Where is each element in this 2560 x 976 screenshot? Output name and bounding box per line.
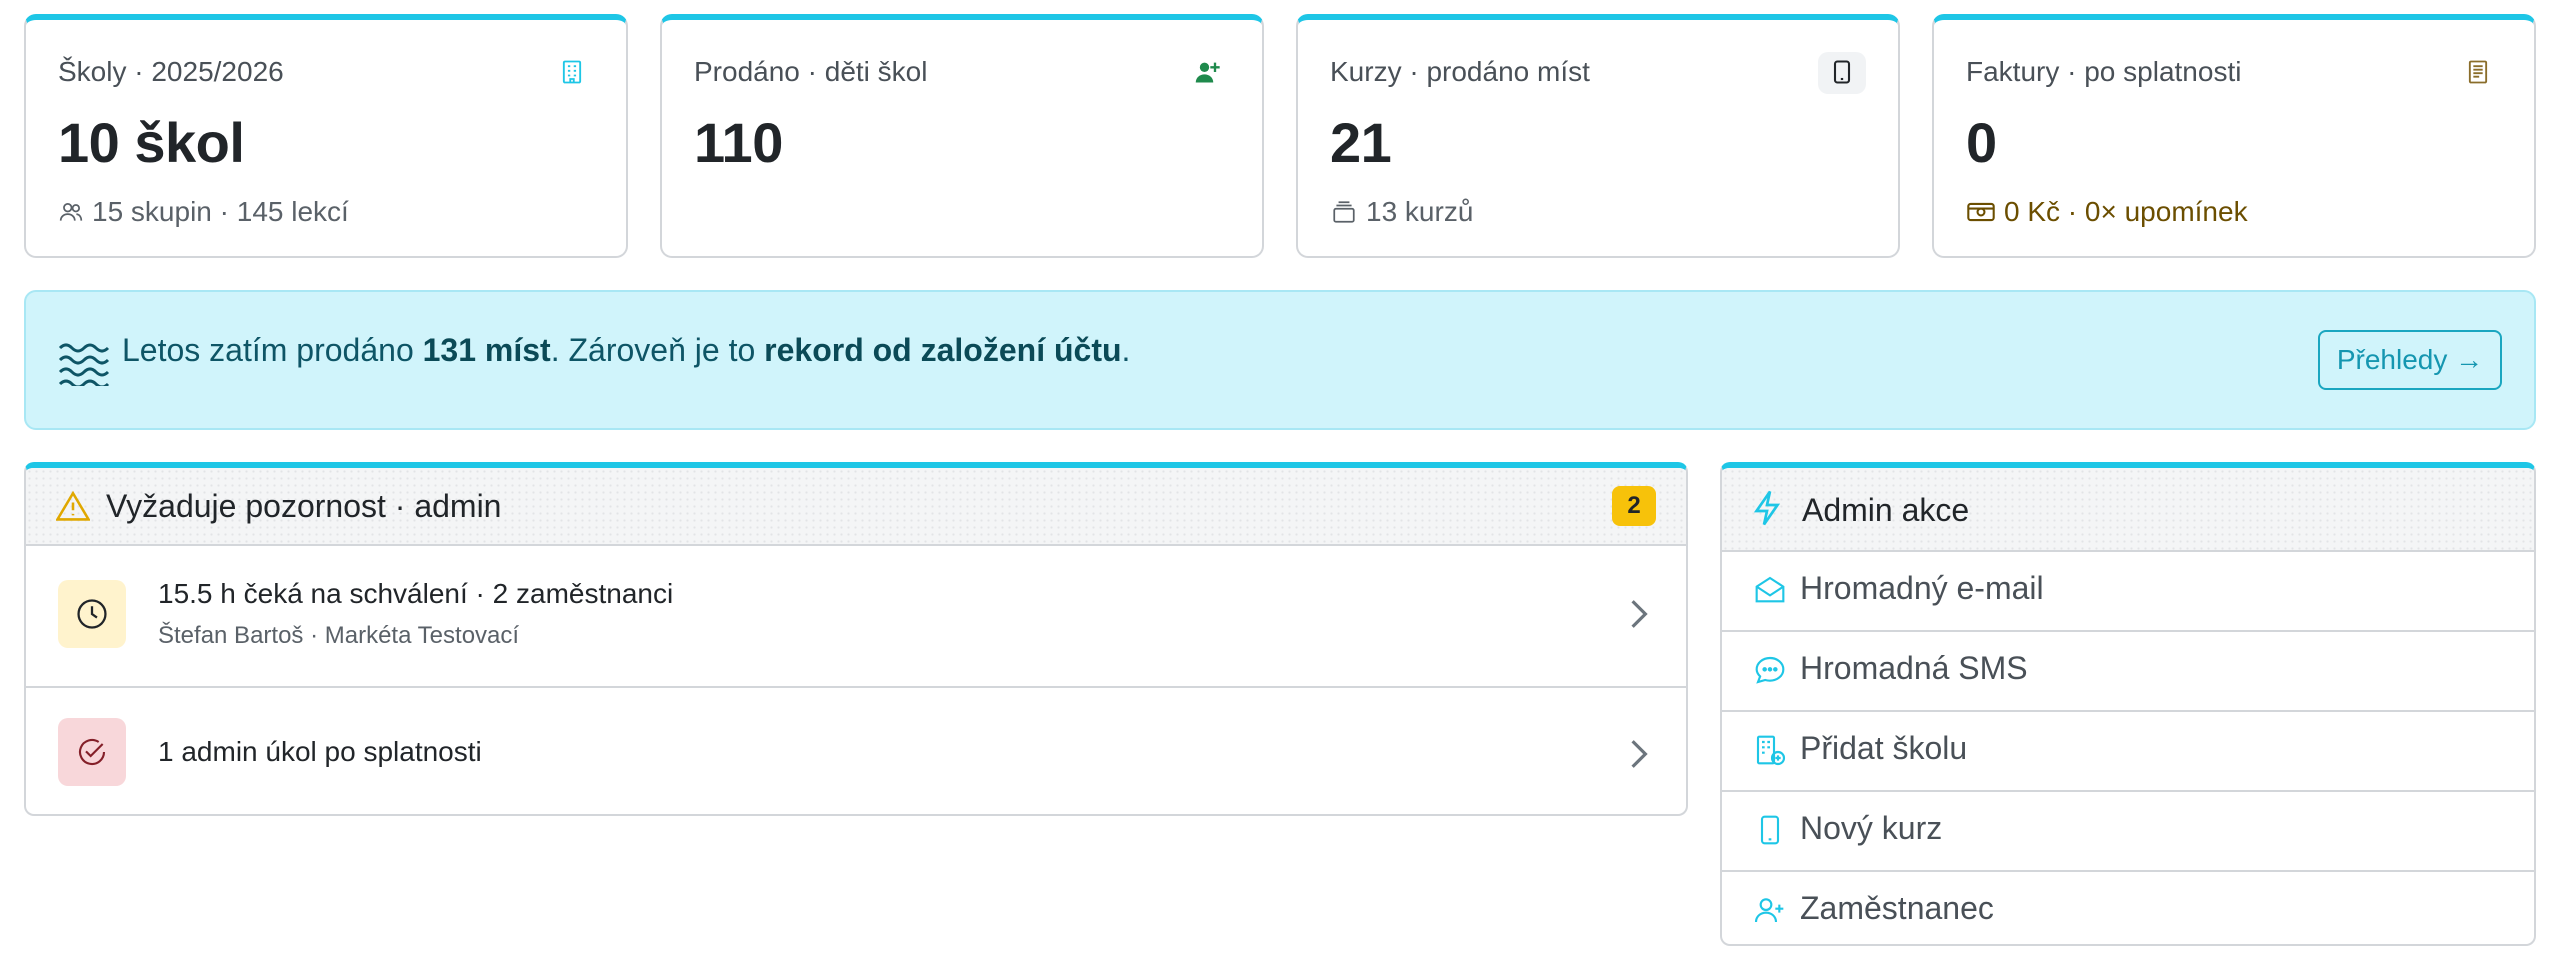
action-label: Nový kurz <box>1800 810 1943 846</box>
stat-sub: 0 Kč · 0× upomínek <box>1966 196 2248 228</box>
chat-icon <box>1755 656 1785 684</box>
stat-value: 0 <box>1966 111 1997 174</box>
clock-icon <box>77 599 107 629</box>
banner-count: 131 míst <box>422 332 551 368</box>
attention-item-title: 1 admin úkol po splatnosti <box>158 736 482 767</box>
warning-icon <box>56 490 90 521</box>
tablet-icon <box>1833 60 1851 84</box>
banner-message: Letos zatím prodáno 131 míst. Zároveň je… <box>122 332 1130 369</box>
waves-icon <box>58 343 110 386</box>
stat-label: Kurzy · prodáno míst <box>1330 56 1590 87</box>
action-employee[interactable]: Zaměstnanec <box>1722 870 2534 944</box>
attention-item-approvals[interactable]: 15.5 h čeká na schválení · 2 zaměstnanci… <box>26 544 1686 688</box>
stat-card-invoices: Faktury · po splatnosti 0 0 Kč · 0× upom… <box>1932 14 2536 258</box>
action-label: Hromadný e-mail <box>1800 570 2044 606</box>
stack-icon <box>1333 201 1355 223</box>
attention-count-badge: 2 <box>1612 486 1656 526</box>
overview-button[interactable]: Přehledy → <box>2318 330 2502 390</box>
stat-card-schools: Školy · 2025/2026 10 škol 15 skupin · 14… <box>24 14 628 258</box>
stat-sub-text: 15 skupin · 145 lekcí <box>92 196 349 227</box>
admin-title: Admin akce <box>1802 492 1970 528</box>
sales-banner: Letos zatím prodáno 131 míst. Zároveň je… <box>24 290 2536 430</box>
icon-tile <box>58 718 126 786</box>
stat-value: 110 <box>694 111 783 174</box>
lightning-icon <box>1753 490 1781 526</box>
attention-item-tasks[interactable]: 1 admin úkol po splatnosti <box>26 686 1686 814</box>
banner-text-mid: . Zároveň je to <box>550 332 765 368</box>
attention-item-title: 15.5 h čeká na schválení · 2 zaměstnanci <box>158 578 674 609</box>
stat-value: 21 <box>1330 111 1392 174</box>
action-bulk-email[interactable]: Hromadný e-mail <box>1722 550 2534 632</box>
receipt-icon <box>2468 60 2488 84</box>
stat-sub-text: 13 kurzů <box>1366 196 1474 227</box>
attention-panel: Vyžaduje pozornost · admin 2 15.5 h čeká… <box>24 462 1688 816</box>
admin-panel-header: Admin akce <box>1722 468 2534 552</box>
user-add-icon <box>1195 62 1220 83</box>
building-icon <box>562 60 582 84</box>
stat-card-courses: Kurzy · prodáno míst 21 13 kurzů <box>1296 14 1900 258</box>
attention-item-sub: Štefan Bartoš · Markéta Testovací <box>158 622 520 649</box>
banner-text-post: . <box>1121 332 1131 368</box>
banner-text-pre: Letos zatím prodáno <box>122 332 423 368</box>
stat-value: 10 škol <box>58 111 245 174</box>
banner-record: rekord od založení účtu <box>764 332 1122 368</box>
action-new-course[interactable]: Nový kurz <box>1722 790 2534 872</box>
action-label: Zaměstnanec <box>1800 890 1994 926</box>
person-add-icon <box>1754 898 1784 923</box>
cash-icon <box>1967 202 1995 222</box>
chevron-right-icon <box>1631 740 1648 768</box>
admin-action-list: Hromadný e-mail Hromadná SMS Přidat škol… <box>1722 550 2534 944</box>
attention-panel-header: Vyžaduje pozornost · admin 2 <box>26 468 1686 546</box>
admin-actions-panel: Admin akce Hromadný e-mail Hromadná SMS … <box>1720 462 2536 946</box>
check-circle-icon <box>78 738 106 766</box>
stat-label: Prodáno · děti škol <box>694 56 928 87</box>
chevron-right-icon <box>1631 600 1648 628</box>
attention-title: Vyžaduje pozornost · admin <box>106 488 502 524</box>
tablet-icon <box>1760 815 1780 845</box>
action-label: Přidat školu <box>1800 730 1968 766</box>
stat-label: Školy · 2025/2026 <box>58 56 284 87</box>
stat-sub: 13 kurzů <box>1330 196 1473 228</box>
icon-tile <box>58 580 126 648</box>
stat-sub-text: 0 Kč · 0× upomínek <box>2004 196 2248 227</box>
building-add-icon <box>1756 735 1786 766</box>
action-bulk-sms[interactable]: Hromadná SMS <box>1722 630 2534 712</box>
stat-card-sold: Prodáno · děti škol 110 <box>660 14 1264 258</box>
people-icon <box>59 203 83 221</box>
stat-sub: 15 skupin · 145 lekcí <box>58 196 349 228</box>
action-label: Hromadná SMS <box>1800 650 2028 686</box>
action-add-school[interactable]: Přidat školu <box>1722 710 2534 792</box>
envelope-icon <box>1755 576 1785 603</box>
stat-label: Faktury · po splatnosti <box>1966 56 2242 87</box>
